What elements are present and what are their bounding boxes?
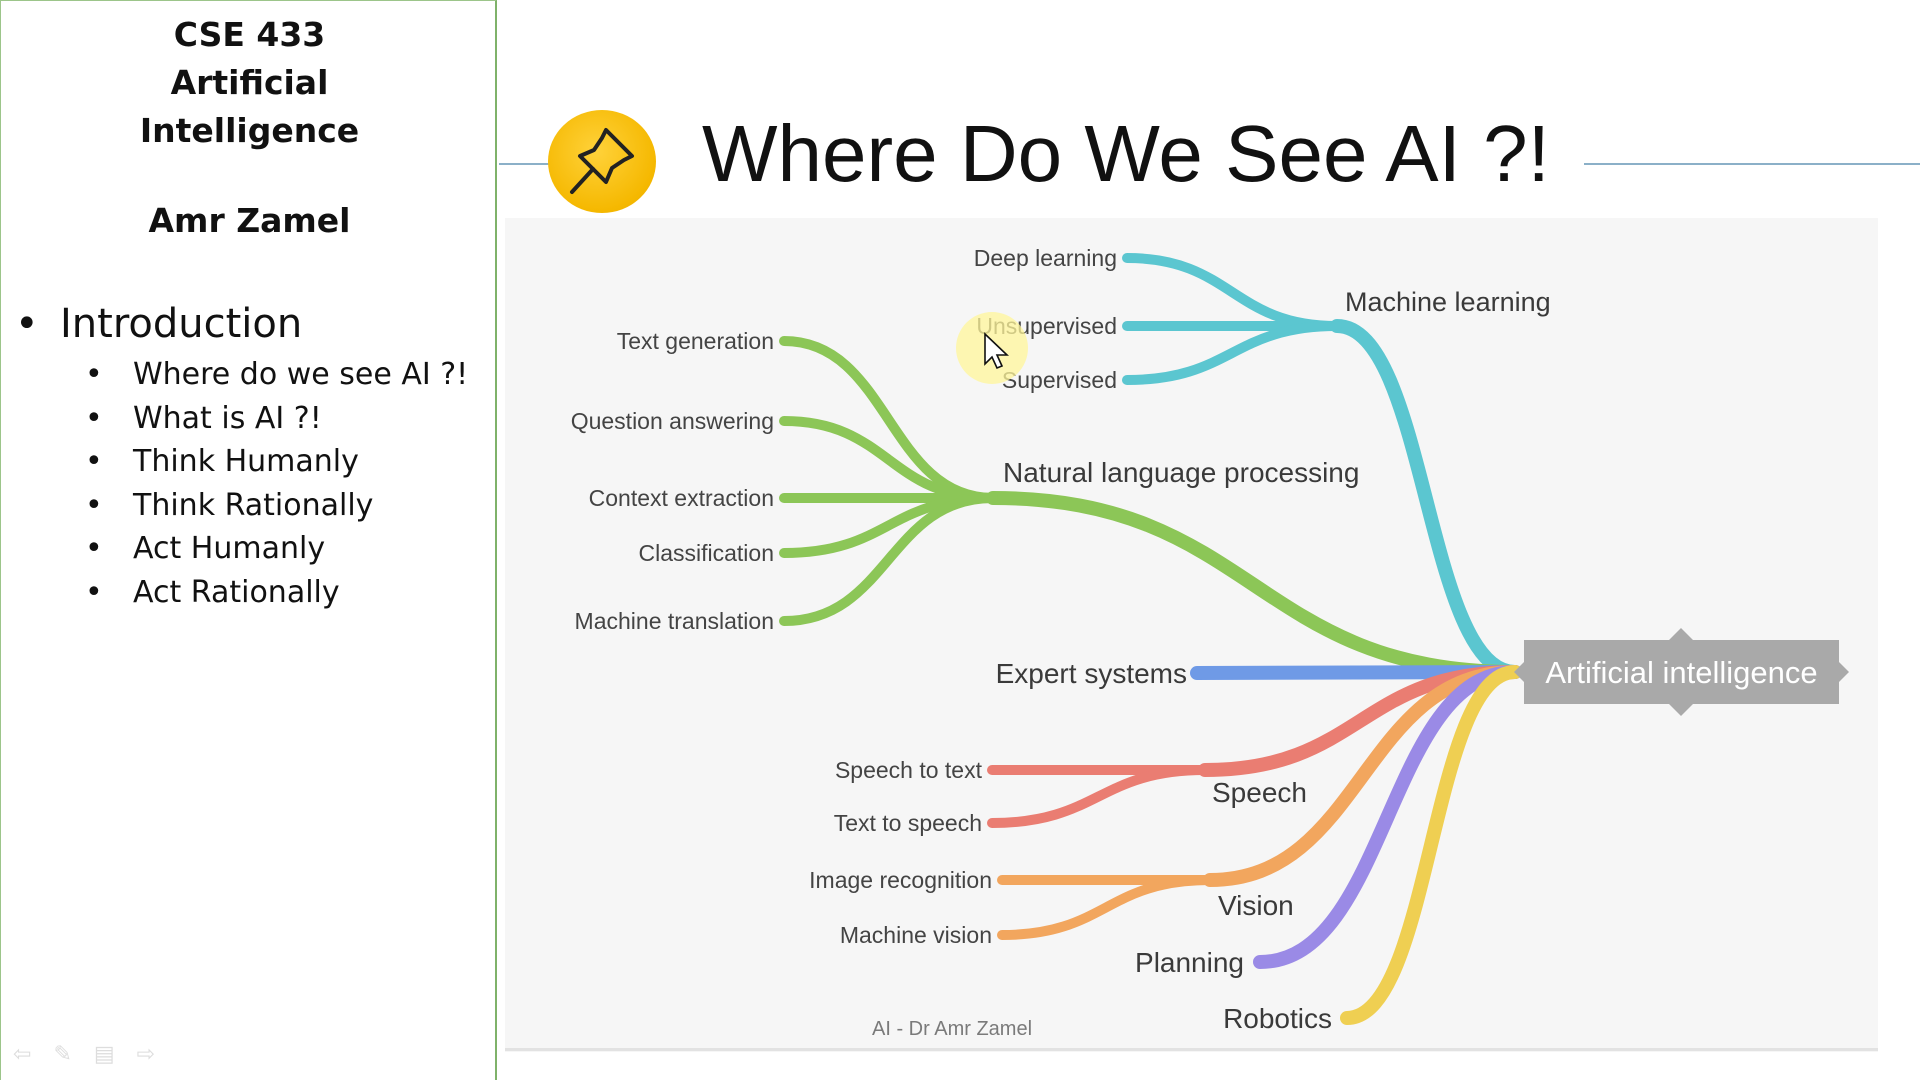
topic-label: What is AI ?! [133, 400, 322, 436]
mindmap-leaf-label: Classification [639, 540, 775, 566]
slide-bottom-rule [505, 1048, 1878, 1051]
title-rule-left [499, 163, 549, 165]
mindmap-leaf-label: Context extraction [589, 485, 774, 511]
section-label: Introduction [60, 301, 303, 347]
mindmap-leaf-label: Image recognition [809, 867, 992, 893]
course-title-line: Artificial [170, 63, 329, 102]
sidebar: CSE 433 Artificial Intelligence Amr Zame… [0, 0, 497, 1080]
mindmap-leaf-link [987, 765, 1210, 828]
mindmap-branch-label: Robotics [1223, 1003, 1332, 1034]
mindmap-branch-label: Speech [1212, 777, 1307, 808]
mindmap-leaf-link [1122, 253, 1342, 331]
bullet: • [85, 400, 103, 436]
mindmap-branch-label: Machine learning [1345, 287, 1551, 317]
pen-icon[interactable]: ✎ [53, 1041, 71, 1067]
mindmap-branch-label: Vision [1218, 890, 1294, 921]
mindmap-leaf-label: Text generation [617, 328, 774, 354]
mindmap-canvas: Machine learningDeep learningUnsupervise… [571, 245, 1849, 1034]
section-introduction[interactable]: • Introduction [15, 301, 302, 347]
slide-title: Where Do We See AI ?! [702, 109, 1550, 198]
mindmap-branch-link [1330, 319, 1522, 679]
topic-label: Think Humanly [133, 444, 359, 479]
back-arrow-icon[interactable]: ⇦ [13, 1041, 31, 1067]
mindmap-leaf-link [997, 875, 1215, 940]
topic-label: Act Rationally [133, 574, 340, 610]
mindmap-leaf-label: Text to speech [834, 810, 982, 836]
mindmap-leaf-label: Question answering [571, 408, 774, 434]
topic-item[interactable]: • Where do we see AI ?! [85, 353, 468, 397]
mindmap-leaf-label: Deep learning [974, 245, 1117, 271]
course-title-line: CSE 433 [173, 15, 326, 54]
menu-icon[interactable]: ▤ [94, 1041, 115, 1067]
bullet: • [85, 444, 103, 479]
topic-item[interactable]: • Think Rationally [85, 484, 468, 528]
bullet: • [85, 487, 103, 523]
mindmap-branch-label: Natural language processing [1003, 457, 1359, 488]
topic-item[interactable]: • Act Rationally [85, 571, 468, 615]
slide-footer: AI - Dr Amr Zamel [872, 1018, 1033, 1040]
course-title-line: Intelligence [139, 111, 360, 150]
bullet: • [15, 301, 39, 347]
mindmap-root-label: Artificial intelligence [1545, 655, 1817, 690]
title-rule-right [1584, 163, 1920, 165]
bullet: • [85, 574, 103, 610]
author-name: Amr Zamel [148, 201, 351, 240]
course-title: CSE 433 Artificial Intelligence [1, 11, 498, 155]
topic-label: Think Rationally [133, 487, 374, 523]
mindmap-leaf-link [1122, 321, 1342, 385]
topic-item[interactable]: • What is AI ?! [85, 397, 468, 441]
topic-label: Act Humanly [133, 531, 326, 566]
pushpin-icon [548, 110, 656, 213]
mindmap-leaf-label: Machine vision [840, 922, 992, 948]
mindmap: Machine learning Deep learning Unsupervise… [505, 218, 1878, 1052]
forward-arrow-icon[interactable]: ⇨ [137, 1041, 155, 1067]
mindmap-leaf-label: Speech to text [835, 757, 983, 783]
topic-item[interactable]: • Act Humanly [85, 527, 468, 571]
topic-list: • Where do we see AI ?! • What is AI ?! • T… [85, 353, 468, 614]
topic-label: Where do we see AI ?! [133, 357, 469, 392]
slide-nav: ⇦ ✎ ▤ ⇨ [13, 1041, 155, 1067]
mindmap-leaf-link [779, 493, 998, 626]
topic-item[interactable]: • Think Humanly [85, 440, 468, 484]
bullet: • [85, 357, 103, 392]
mindmap-leaf-label: Machine translation [575, 608, 774, 634]
pushpin-icon-graphic [570, 128, 634, 194]
mindmap-branch-label: Expert systems [996, 658, 1187, 689]
mindmap-branch-label: Planning [1135, 947, 1244, 978]
bullet: • [85, 531, 103, 566]
mindmap-leaf-link [779, 416, 998, 503]
